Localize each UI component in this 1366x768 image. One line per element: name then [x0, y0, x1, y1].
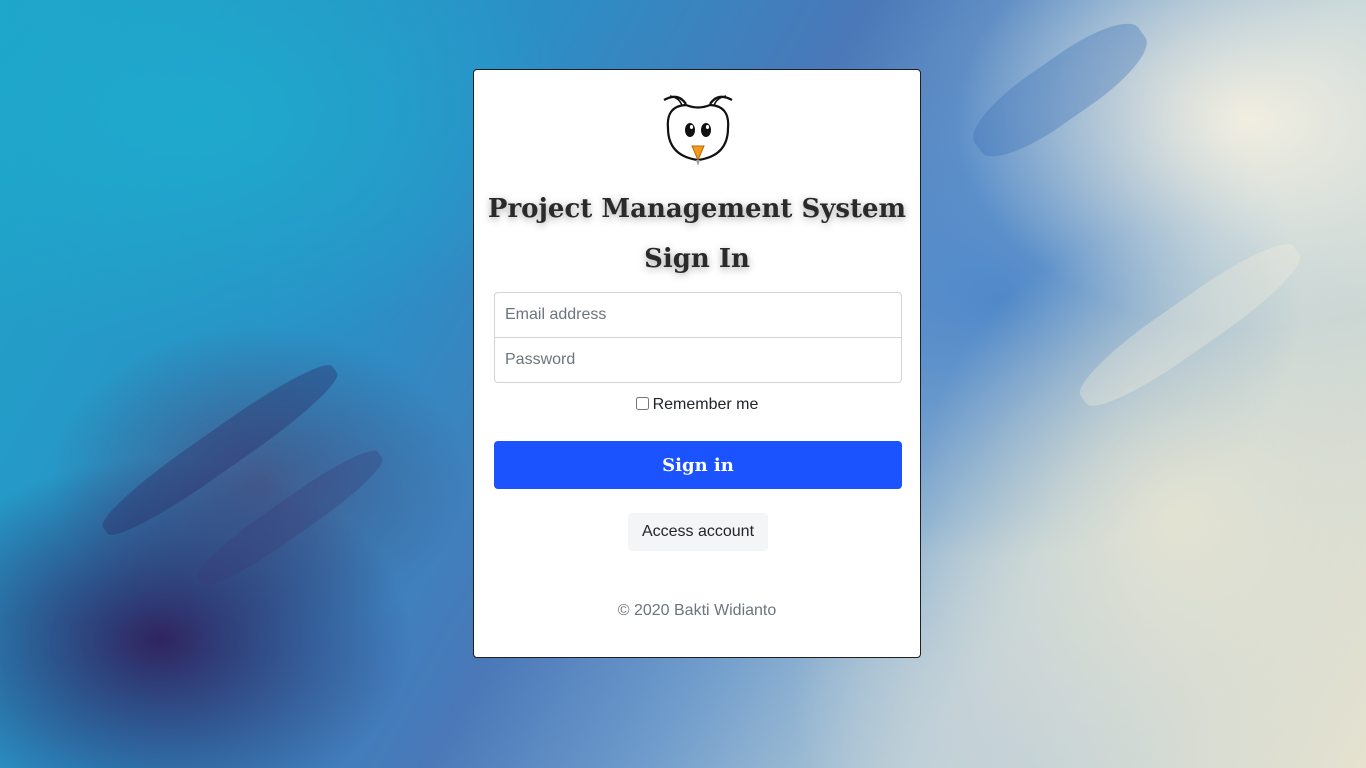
remember-me-checkbox[interactable] [635, 397, 649, 410]
remember-me[interactable]: Remember me [474, 396, 920, 414]
owl-logo-icon [663, 95, 733, 166]
background-streak [960, 8, 1160, 172]
app-title: Project Management System [487, 194, 907, 224]
remember-me-label: Remember me [652, 396, 759, 413]
background-streak [1069, 229, 1311, 421]
email-field[interactable] [494, 292, 902, 337]
credentials-group [494, 292, 902, 383]
password-field[interactable] [494, 337, 902, 383]
copyright-footer: © 2020 Bakti Widianto [617, 602, 777, 619]
login-card: Project Management System Sign In Rememb… [473, 69, 921, 658]
sign-in-button[interactable]: Sign in [494, 441, 902, 489]
access-account-button[interactable]: Access account [628, 513, 768, 551]
page-title: Sign In [644, 244, 750, 274]
